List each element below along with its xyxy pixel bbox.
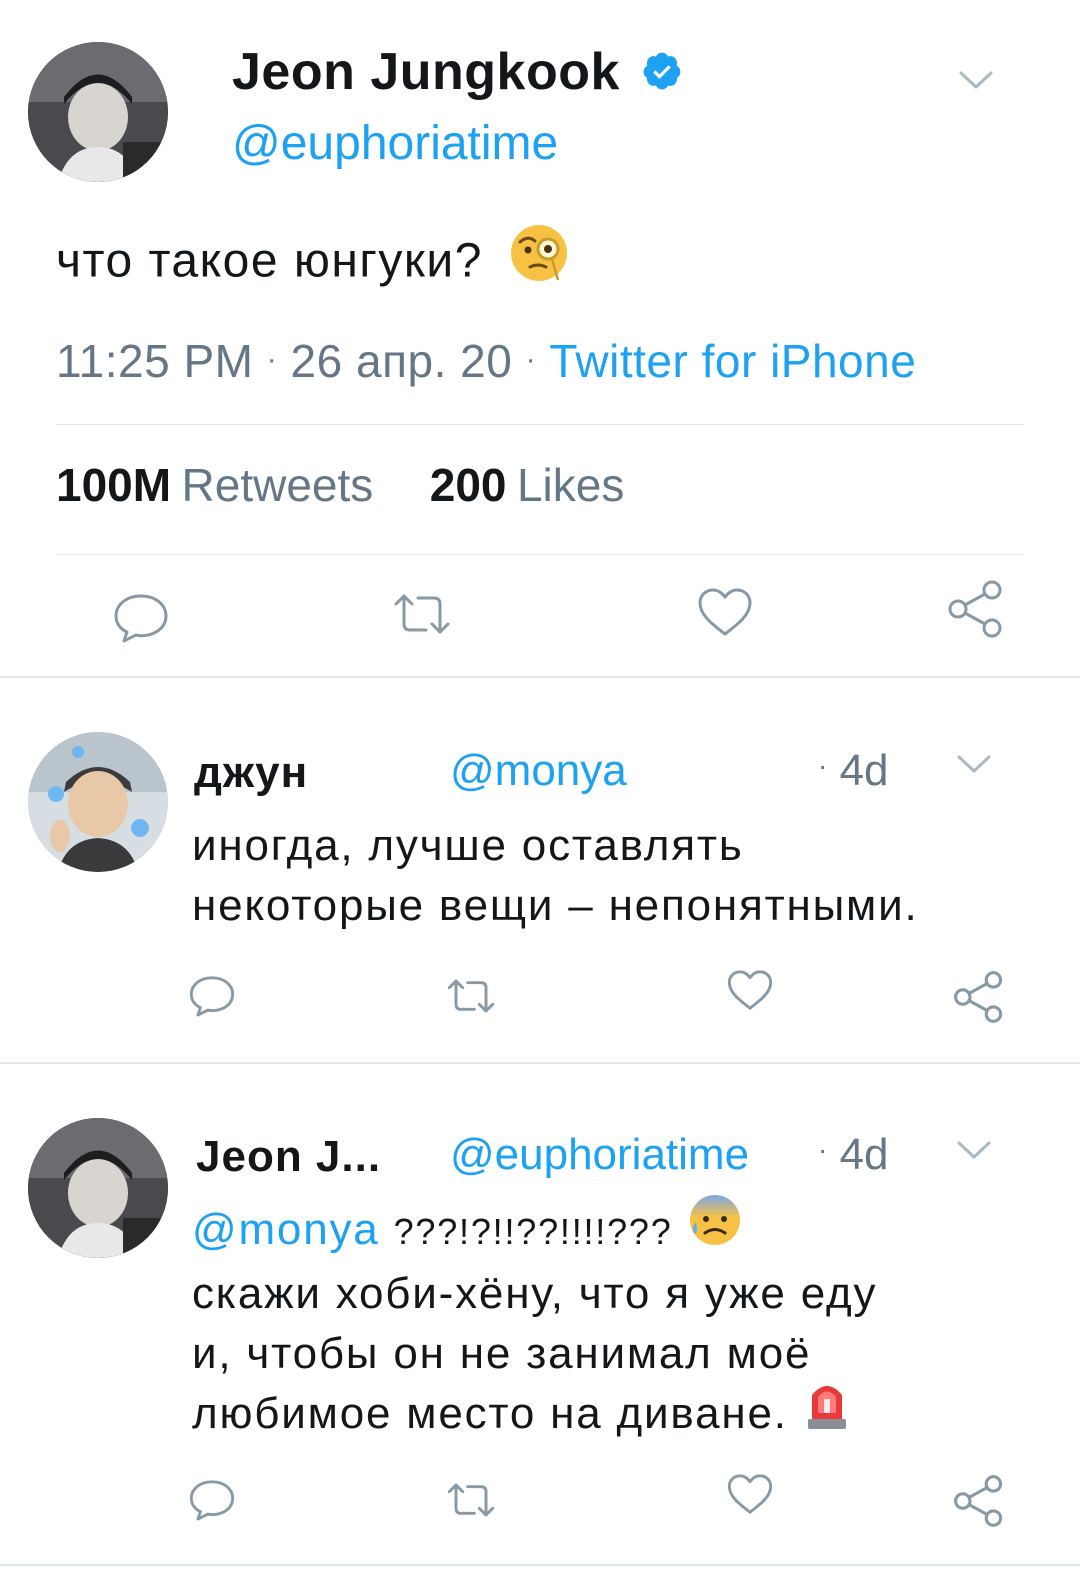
reply-text-line: скажи хоби-хёну, что я уже еду xyxy=(192,1269,878,1319)
tweet-time: 11:25 PM xyxy=(56,335,254,387)
divider xyxy=(56,424,1024,425)
reply-display-name[interactable]: Jeon J... xyxy=(196,1132,381,1182)
retweet-icon[interactable] xyxy=(446,1480,496,1520)
reply-timestamp: · 4d xyxy=(818,746,889,796)
anxious-face-with-sweat-icon xyxy=(687,1192,743,1264)
avatar[interactable] xyxy=(28,732,168,872)
meta-dot: · xyxy=(266,343,278,376)
reply-handle[interactable]: @monya xyxy=(450,746,627,796)
avatar[interactable] xyxy=(28,1118,168,1258)
tweet-text-body: что такое юнгуки? xyxy=(56,234,483,288)
chevron-down-icon[interactable] xyxy=(958,68,994,97)
retweet-icon[interactable] xyxy=(392,590,452,638)
like-icon[interactable] xyxy=(726,968,774,1012)
reply-time: 4d xyxy=(839,1130,889,1179)
reply-icon[interactable] xyxy=(188,1478,236,1522)
divider xyxy=(0,676,1080,678)
reply-text-fragment: ???!?!!??!!!!??? xyxy=(393,1211,673,1252)
share-icon[interactable] xyxy=(952,1472,1006,1530)
reply-text-line: и, чтобы он не занимал моё xyxy=(192,1329,812,1379)
tweet-date: 26 апр. 20 xyxy=(290,335,513,387)
chevron-down-icon[interactable] xyxy=(956,1138,992,1167)
handle[interactable]: @euphoriatime xyxy=(232,116,558,171)
reply-text-line: некоторые вещи – непонятными. xyxy=(192,881,919,930)
tweet-text: что такое юнгуки? xyxy=(56,225,570,296)
face-with-monocle-icon xyxy=(508,222,570,296)
reply-time: 4d xyxy=(839,746,889,795)
divider xyxy=(0,1062,1080,1064)
avatar[interactable] xyxy=(28,42,168,182)
display-name[interactable]: Jeon Jungkook xyxy=(232,42,683,102)
reply-icon[interactable] xyxy=(188,974,236,1018)
reply-display-name[interactable]: джун xyxy=(194,748,308,798)
like-icon[interactable] xyxy=(696,586,754,638)
meta-dot: · xyxy=(525,343,537,376)
tweet-source[interactable]: Twitter for iPhone xyxy=(549,335,916,387)
reply-text-line: любимое место на диване. xyxy=(192,1384,877,1446)
share-icon[interactable] xyxy=(952,968,1006,1026)
mention-link[interactable]: @monya xyxy=(192,1205,380,1254)
display-name-text: Jeon Jungkook xyxy=(232,43,620,101)
reply-icon[interactable] xyxy=(112,592,170,644)
reply-text: иногда, лучше оставлять некоторые вещи –… xyxy=(192,816,919,936)
divider xyxy=(0,1564,1080,1566)
police-light-icon xyxy=(802,1373,852,1447)
reply-text: @monya ???!?!!??!!!!??? скажи хоби-хёну,… xyxy=(192,1195,878,1447)
divider xyxy=(56,554,1024,555)
retweet-icon[interactable] xyxy=(446,976,496,1016)
reply-timestamp: · 4d xyxy=(818,1130,889,1180)
reply-text-fragment: любимое место на диване. xyxy=(192,1389,788,1439)
retweets-count[interactable]: 100M xyxy=(56,459,171,511)
tweet-meta: 11:25 PM · 26 апр. 20 · Twitter for iPho… xyxy=(56,334,916,388)
chevron-down-icon[interactable] xyxy=(956,752,992,781)
tweet-stats: 100M Retweets 200 Likes xyxy=(56,458,624,512)
reply-text-line: иногда, лучше оставлять xyxy=(192,821,744,870)
meta-dot: · xyxy=(818,1134,828,1165)
reply-text-line: @monya ???!?!!??!!!!??? xyxy=(192,1195,877,1264)
like-icon[interactable] xyxy=(726,1472,774,1516)
meta-dot: · xyxy=(818,750,828,781)
verified-badge-icon xyxy=(643,52,681,90)
reply-handle[interactable]: @euphoriatime xyxy=(450,1130,749,1180)
likes-label[interactable]: Likes xyxy=(517,459,624,511)
likes-count[interactable]: 200 xyxy=(430,459,507,511)
share-icon[interactable] xyxy=(946,578,1006,640)
retweets-label[interactable]: Retweets xyxy=(182,459,374,511)
